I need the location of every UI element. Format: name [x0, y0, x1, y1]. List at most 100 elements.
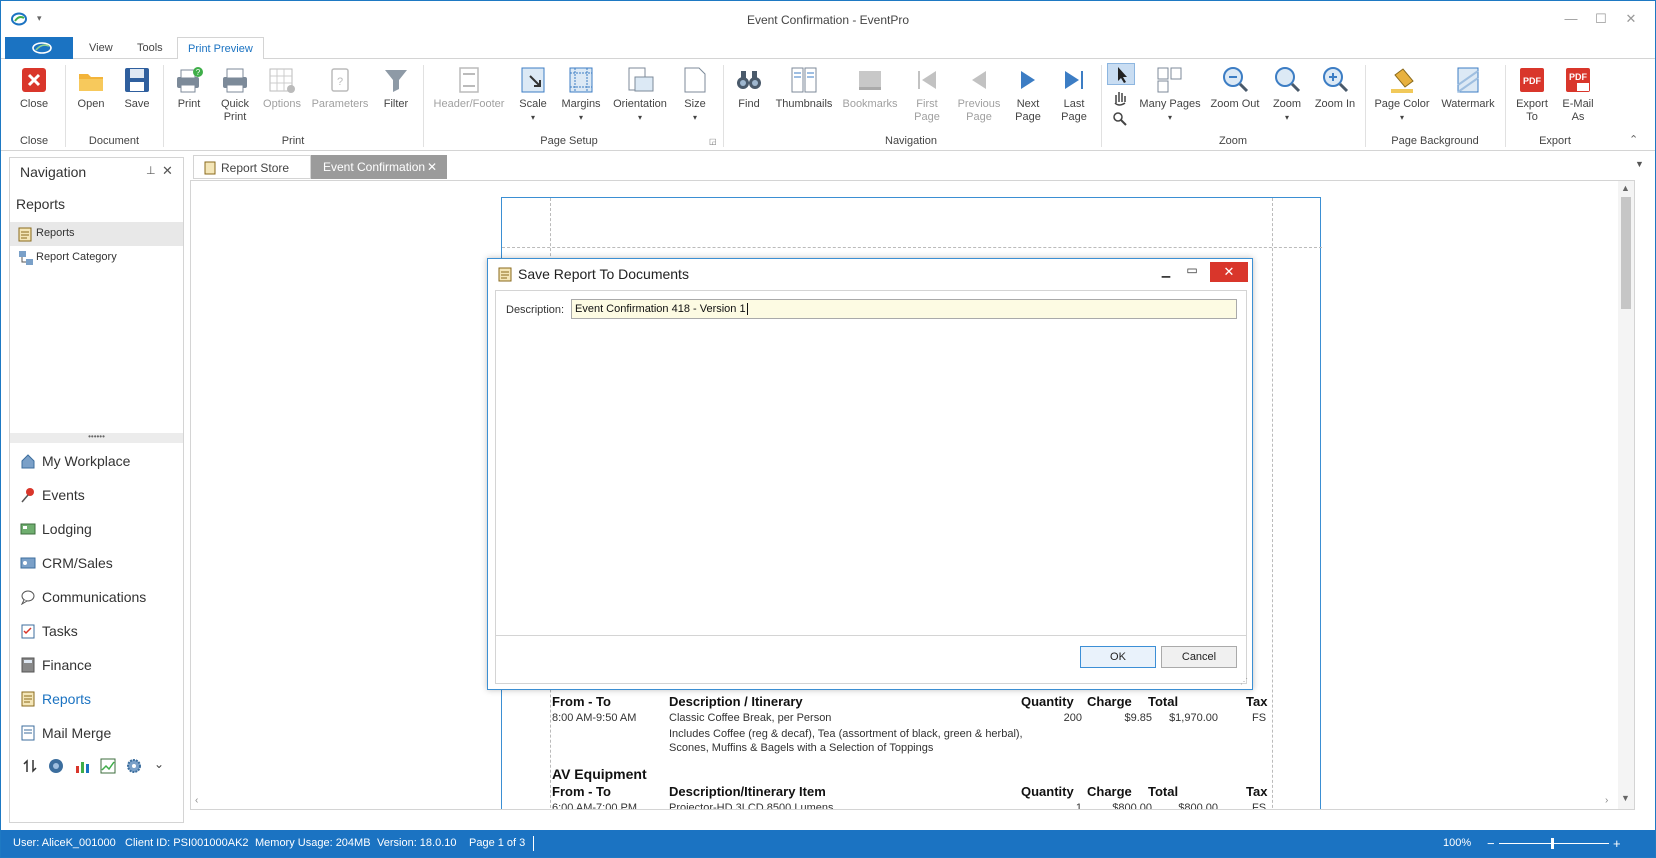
module-label: Communications	[42, 589, 147, 605]
status-divider	[533, 836, 534, 851]
cancel-button[interactable]: Cancel	[1161, 646, 1237, 668]
module-crm-sales[interactable]: CRM/Sales	[10, 546, 183, 580]
globe-icon[interactable]	[48, 758, 64, 774]
group-separator	[723, 65, 724, 147]
nav-item-report-category[interactable]: Report Category	[10, 246, 183, 270]
orientation-button[interactable]: Orientation ▾	[609, 65, 671, 135]
find-label: Find	[738, 98, 760, 110]
zoom-button[interactable]: Zoom ▾	[1267, 65, 1307, 135]
close-nav-icon[interactable]: ✕	[162, 163, 173, 179]
module-finance[interactable]: Finance	[10, 648, 183, 682]
maximize-button[interactable]: ☐	[1587, 9, 1615, 29]
resize-grip-icon[interactable]: ⋰	[1240, 677, 1248, 686]
parameters-button[interactable]: ? Parameters	[309, 65, 371, 135]
scroll-thumb[interactable]	[1621, 197, 1631, 309]
chevron-down-icon[interactable]: ⌄	[154, 757, 164, 771]
scroll-right-icon[interactable]: ›	[1605, 795, 1608, 806]
module-mail-merge[interactable]: Mail Merge	[10, 716, 183, 750]
open-button[interactable]: Open	[71, 65, 111, 135]
header-footer-button[interactable]: Header/Footer	[429, 65, 509, 135]
vertical-scrollbar[interactable]: ▲ ▼	[1618, 181, 1634, 809]
module-lodging[interactable]: Lodging	[10, 512, 183, 546]
page-color-button[interactable]: Page Color ▾	[1371, 65, 1433, 135]
close-tab-icon[interactable]: ✕	[427, 155, 437, 179]
zoom-in-status-button[interactable]: +	[1613, 830, 1621, 857]
save-button[interactable]: Save	[117, 65, 157, 135]
thumbnails-button[interactable]: Thumbnails	[773, 65, 835, 135]
tab-tools[interactable]: Tools	[127, 37, 173, 59]
sort-arrows-icon[interactable]	[22, 758, 38, 774]
scroll-down-icon[interactable]: ▼	[1621, 793, 1630, 803]
tab-report-store[interactable]: Report Store	[193, 155, 311, 179]
tab-event-confirmation[interactable]: Event Confirmation ✕	[311, 155, 447, 179]
watermark-button[interactable]: Watermark	[1437, 65, 1499, 135]
magnifier-tool-button[interactable]	[1107, 109, 1135, 129]
scroll-up-icon[interactable]: ▲	[1621, 183, 1630, 193]
zoom-out-status-button[interactable]: −	[1487, 830, 1495, 857]
page-setup-dialog-launcher-icon[interactable]: ◲	[709, 137, 717, 146]
line-chart-icon[interactable]	[100, 758, 116, 774]
tab-print-preview[interactable]: Print Preview	[177, 37, 264, 60]
export-to-button[interactable]: PDF Export To	[1511, 65, 1553, 135]
options-button[interactable]: Options	[259, 65, 305, 135]
close-window-button[interactable]: ✕	[1617, 9, 1645, 29]
folder-icon	[76, 65, 106, 95]
dialog-minimize-button[interactable]: ▁	[1156, 265, 1176, 283]
zoom-slider[interactable]	[1499, 843, 1609, 844]
col-total: Total	[1148, 694, 1179, 709]
file-menu-button[interactable]	[5, 37, 73, 59]
zoom-in-button[interactable]: Zoom In	[1311, 65, 1359, 135]
zoom-slider-thumb[interactable]	[1551, 838, 1554, 849]
close-label: Close	[19, 98, 49, 110]
module-label: Events	[42, 487, 85, 503]
zoom-out-icon	[1220, 65, 1250, 95]
minimize-button[interactable]: —	[1557, 9, 1585, 29]
close-preview-button[interactable]: Close	[13, 65, 55, 135]
filter-button[interactable]: Filter	[375, 65, 417, 135]
module-tasks[interactable]: Tasks	[10, 614, 183, 648]
tab-view[interactable]: View	[79, 37, 123, 59]
pointer-tool-button[interactable]	[1107, 63, 1135, 85]
grid-gear-icon	[267, 65, 297, 95]
pin-icon[interactable]: ⊥	[146, 164, 156, 177]
module-label: Mail Merge	[42, 725, 112, 741]
nav-item-reports[interactable]: Reports	[10, 222, 183, 246]
cell-time: 8:00 AM-9:50 AM	[552, 712, 637, 724]
horizontal-scrollbar[interactable]: ‹ ›	[191, 795, 1618, 809]
previous-page-button[interactable]: Previous Page	[953, 65, 1005, 135]
splitter-grip[interactable]: ••••••	[10, 433, 183, 443]
module-communications[interactable]: Communications	[10, 580, 183, 614]
col-quantity: Quantity	[1021, 694, 1074, 709]
dialog-close-button[interactable]: ✕	[1210, 262, 1248, 282]
scale-button[interactable]: Scale ▾	[513, 65, 553, 135]
find-button[interactable]: Find	[729, 65, 769, 135]
zoom-in-icon	[1320, 65, 1350, 95]
next-page-button[interactable]: Next Page	[1007, 65, 1049, 135]
zoom-out-button[interactable]: Zoom Out	[1207, 65, 1263, 135]
collapse-ribbon-icon[interactable]: ⌃	[1629, 133, 1638, 146]
tab-list-dropdown-icon[interactable]: ▼	[1635, 159, 1644, 169]
module-events[interactable]: Events	[10, 478, 183, 512]
print-button[interactable]: ? Print	[169, 65, 209, 135]
settings-gear-icon[interactable]	[126, 758, 142, 774]
quick-print-button[interactable]: Quick Print	[213, 65, 257, 135]
bookmarks-button[interactable]: Bookmarks	[839, 65, 901, 135]
house-icon	[20, 453, 36, 469]
status-user: User: AliceK_001000	[13, 837, 116, 849]
many-pages-button[interactable]: Many Pages ▾	[1137, 65, 1203, 135]
email-as-button[interactable]: PDF E-Mail As	[1557, 65, 1599, 135]
description-input[interactable]: Event Confirmation 418 - Version 1	[571, 299, 1237, 319]
scroll-left-icon[interactable]: ‹	[195, 795, 198, 806]
dialog-maximize-button[interactable]: ▭	[1182, 263, 1202, 281]
last-page-button[interactable]: Last Page	[1053, 65, 1095, 135]
margin-guide	[502, 247, 1322, 248]
ok-button[interactable]: OK	[1080, 646, 1156, 668]
zoom-in-label: Zoom In	[1314, 98, 1356, 110]
size-button[interactable]: Size ▾	[675, 65, 715, 135]
first-page-button[interactable]: First Page	[905, 65, 949, 135]
margins-button[interactable]: Margins ▾	[557, 65, 605, 135]
module-my-workplace[interactable]: My Workplace	[10, 444, 183, 478]
hand-tool-button[interactable]	[1107, 87, 1135, 107]
bar-chart-icon[interactable]	[74, 758, 90, 774]
module-reports[interactable]: Reports	[10, 682, 183, 716]
